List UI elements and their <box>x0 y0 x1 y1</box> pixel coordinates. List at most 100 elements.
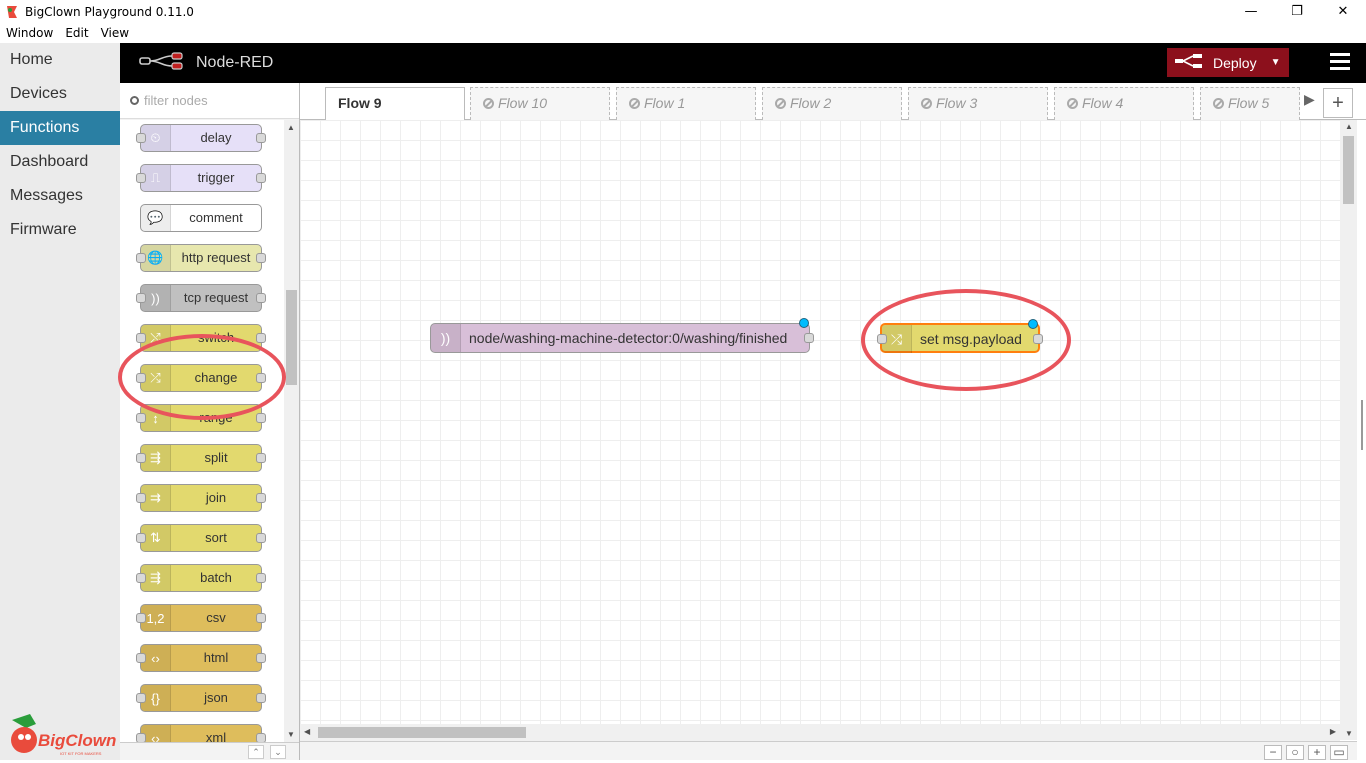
input-port <box>136 493 146 503</box>
nav-firmware[interactable]: Firmware <box>0 213 120 247</box>
tab-flow-5[interactable]: Flow 5 <box>1200 87 1300 120</box>
scroll-down-arrow-icon[interactable]: ▼ <box>1345 729 1353 738</box>
canvas-vscroll-thumb[interactable] <box>1343 136 1354 204</box>
canvas-horizontal-scrollbar[interactable]: ◀ ▶ <box>300 724 1340 741</box>
nav-home[interactable]: Home <box>0 43 120 77</box>
deploy-button[interactable]: Deploy ▼ <box>1167 48 1289 77</box>
palette-node-label: range <box>199 410 233 425</box>
palette-node-range[interactable]: ↕ range <box>136 404 266 432</box>
tab-flow-3[interactable]: Flow 3 <box>908 87 1048 120</box>
restore-button[interactable]: ❐ <box>1274 0 1320 23</box>
palette-node-xml[interactable]: ‹› xml <box>136 724 266 742</box>
nav-dashboard[interactable]: Dashboard <box>0 145 120 179</box>
zoom-reset-button[interactable]: ○ <box>1286 745 1304 760</box>
flow-canvas[interactable]: )) node/washing-machine-detector:0/washin… <box>300 120 1340 724</box>
zoom-in-button[interactable]: + <box>1308 745 1326 760</box>
nav-functions[interactable]: Functions <box>0 111 120 145</box>
palette-node-label: change <box>194 370 238 385</box>
chevron-down-icon[interactable]: ▼ <box>1271 57 1281 68</box>
palette-node-http-request[interactable]: 🌐 http request <box>136 244 266 272</box>
input-port <box>136 373 146 383</box>
palette-node-label: switch <box>197 330 235 345</box>
input-port <box>136 453 146 463</box>
input-port[interactable] <box>877 334 887 344</box>
nav-devices[interactable]: Devices <box>0 77 120 111</box>
palette-node-html[interactable]: ‹› html <box>136 644 266 672</box>
palette-node-label: csv <box>206 610 226 625</box>
palette-filter[interactable]: filter nodes <box>120 83 299 119</box>
window-titlebar: BigClown Playground 0.11.0 — ❐ ✕ <box>0 0 1366 23</box>
scroll-up-arrow-icon[interactable]: ▲ <box>1345 122 1353 131</box>
scroll-right-arrow-icon[interactable]: ▶ <box>1330 727 1336 736</box>
palette-node-trigger[interactable]: ⎍ trigger <box>136 164 266 192</box>
minimize-button[interactable]: — <box>1228 0 1274 23</box>
palette-node-delay[interactable]: ⏲ delay <box>136 124 266 152</box>
output-port <box>256 453 266 463</box>
menu-window[interactable]: Window <box>0 26 59 40</box>
menu-view[interactable]: View <box>95 26 135 40</box>
add-flow-button[interactable]: + <box>1323 88 1353 118</box>
tab-flow-1[interactable]: Flow 1 <box>616 87 756 120</box>
zoom-out-button[interactable]: − <box>1264 745 1282 760</box>
sidebar-separator[interactable] <box>1357 120 1366 760</box>
output-port <box>256 373 266 383</box>
palette-node-comment[interactable]: 💬 comment <box>140 204 262 232</box>
collapse-all-icon[interactable]: ⌃ <box>248 745 264 759</box>
navigator-button[interactable]: ▭ <box>1330 745 1348 760</box>
menu-edit[interactable]: Edit <box>59 26 94 40</box>
node-palette: filter nodes ⏲ delay ⎍ trigger 💬 comment 🌐 http… <box>120 83 300 760</box>
svg-text:IOT KIT FOR MAKERS: IOT KIT FOR MAKERS <box>60 751 102 756</box>
node-red-header: Node-RED Deploy ▼ <box>120 43 1366 83</box>
node-red-logo-icon <box>138 51 186 76</box>
scroll-left-arrow-icon[interactable]: ◀ <box>304 727 310 736</box>
canvas-vertical-scrollbar[interactable]: ▲ ▼ <box>1340 120 1357 740</box>
comment-icon: 💬 <box>141 205 171 231</box>
palette-node-switch[interactable]: ⤭ switch <box>136 324 266 352</box>
flow-node-mqtt-in[interactable]: )) node/washing-machine-detector:0/washin… <box>430 318 814 353</box>
input-port <box>136 573 146 583</box>
palette-scrollbar[interactable]: ▲ ▼ <box>284 120 299 742</box>
filter-placeholder: filter nodes <box>144 93 208 108</box>
workspace-footer: − ○ + ▭ <box>300 741 1366 760</box>
flow-node-label: set msg.payload <box>920 331 1022 347</box>
tab-flow-4[interactable]: Flow 4 <box>1054 87 1194 120</box>
flow-node-change[interactable]: ⤮ set msg.payload <box>877 319 1043 353</box>
palette-node-batch[interactable]: ⇶ batch <box>136 564 266 592</box>
palette-node-change[interactable]: ⤮ change <box>136 364 266 392</box>
disabled-icon <box>921 98 932 109</box>
input-port <box>136 253 146 263</box>
disabled-icon <box>1067 98 1078 109</box>
hamburger-menu-icon[interactable] <box>1330 53 1350 71</box>
palette-node-label: batch <box>200 570 232 585</box>
close-button[interactable]: ✕ <box>1320 0 1366 23</box>
input-port <box>136 653 146 663</box>
output-port[interactable] <box>1033 334 1043 344</box>
palette-node-join[interactable]: ⇉ join <box>136 484 266 512</box>
palette-node-tcp-request[interactable]: )) tcp request <box>136 284 266 312</box>
tab-flow-10[interactable]: Flow 10 <box>470 87 610 120</box>
output-port[interactable] <box>804 333 814 343</box>
palette-scroll-thumb[interactable] <box>286 290 297 385</box>
tab-flow-9[interactable]: Flow 9 <box>325 87 465 121</box>
input-port <box>136 533 146 543</box>
changed-indicator-icon <box>799 318 809 328</box>
wireless-icon: )) <box>431 324 461 352</box>
nav-messages[interactable]: Messages <box>0 179 120 213</box>
input-port <box>136 293 146 303</box>
canvas-hscroll-thumb[interactable] <box>318 727 526 738</box>
tab-scroll-right-icon[interactable]: ▶ <box>1304 91 1322 113</box>
tab-flow-2[interactable]: Flow 2 <box>762 87 902 120</box>
expand-all-icon[interactable]: ⌄ <box>270 745 286 759</box>
output-port <box>256 653 266 663</box>
palette-node-json[interactable]: {} json <box>136 684 266 712</box>
palette-node-split[interactable]: ⇶ split <box>136 444 266 472</box>
scroll-down-arrow-icon[interactable]: ▼ <box>287 730 295 739</box>
palette-node-sort[interactable]: ⇅ sort <box>136 524 266 552</box>
palette-node-list: ⏲ delay ⎍ trigger 💬 comment 🌐 http request )) tcp… <box>120 120 284 742</box>
scroll-up-arrow-icon[interactable]: ▲ <box>287 123 295 132</box>
output-port <box>256 173 266 183</box>
palette-node-label: join <box>205 490 227 505</box>
output-port <box>256 133 266 143</box>
palette-node-csv[interactable]: 1,2 csv <box>136 604 266 632</box>
tab-label: Flow 4 <box>1082 95 1124 111</box>
